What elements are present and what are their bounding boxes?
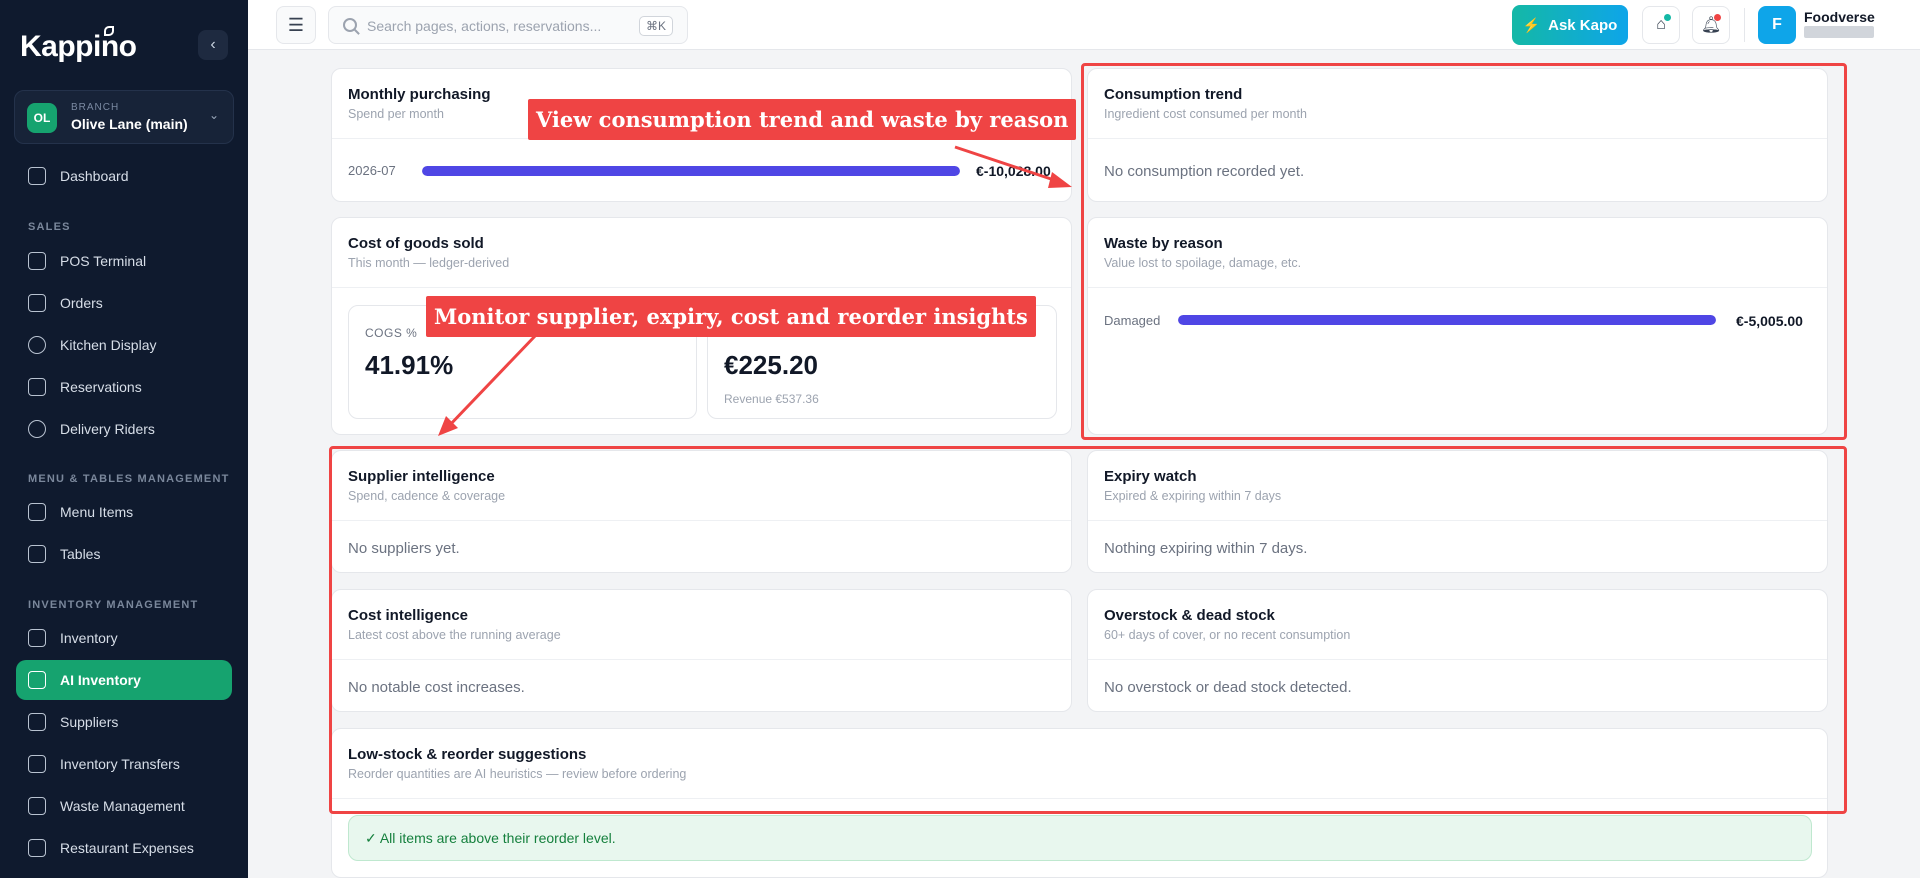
sidebar-item-suppliers[interactable]: Suppliers (16, 702, 232, 742)
chevron-left-icon: ‹ (210, 36, 216, 53)
clipboard-check-icon (28, 671, 46, 689)
metric-value: 41.91% (365, 350, 454, 380)
annotation-callout: Monitor supplier, expiry, cost and reord… (426, 296, 1036, 337)
box-icon (28, 629, 46, 647)
inbox-button[interactable]: ⌂ (1642, 6, 1680, 44)
reorder-notice: ✓ All items are above their reorder leve… (348, 815, 1812, 861)
sidebar-item-label: Delivery Riders (60, 421, 155, 437)
sidebar-item-label: Reservations (60, 379, 142, 395)
hamburger-icon: ☰ (287, 14, 305, 35)
sidebar-item-menu-items[interactable]: Menu Items (16, 492, 232, 532)
metric-subtitle: Revenue €537.36 (724, 392, 819, 406)
bolt-icon: ⚡ (1522, 16, 1541, 33)
status-dot (1664, 14, 1671, 21)
dashboard-icon (28, 167, 46, 185)
card-subtitle: Spend per month (348, 107, 444, 121)
sidebar-item-label: Kitchen Display (60, 337, 157, 353)
trash-icon (28, 797, 46, 815)
sidebar-section-sales: SALES (28, 221, 71, 233)
sidebar-section-inventory: INVENTORY MANAGEMENT (28, 599, 199, 611)
metric-label: COGS % (365, 326, 418, 340)
ask-kapo-button[interactable]: ⚡ Ask Kapo (1512, 5, 1628, 45)
branch-selector[interactable]: OL BRANCH Olive Lane (main) ⌄ (14, 90, 234, 144)
menu-toggle-button[interactable]: ☰ (276, 6, 316, 44)
sidebar-item-ai-inventory[interactable]: AI Inventory (16, 660, 232, 700)
user-subtitle-redacted (1804, 26, 1874, 38)
card-title: Cost of goods sold (348, 235, 484, 252)
bike-icon (28, 420, 46, 438)
user-name: Foodverse (1804, 9, 1875, 25)
list-icon (28, 503, 46, 521)
branch-name: Olive Lane (main) (71, 116, 188, 132)
sidebar-item-label: AI Inventory (60, 672, 141, 688)
sidebar-item-reservations[interactable]: Reservations (16, 367, 232, 407)
bar-label: 2026-07 (348, 163, 396, 178)
transfer-icon (28, 755, 46, 773)
search-icon (343, 18, 357, 32)
sidebar-item-label: Tables (60, 546, 101, 562)
annotation-highlight-box (329, 446, 1847, 814)
grid-icon (28, 545, 46, 563)
sidebar-item-label: Inventory (60, 630, 118, 646)
sidebar-item-inventory[interactable]: Inventory (16, 618, 232, 658)
pos-icon (28, 252, 46, 270)
divider (332, 287, 1071, 288)
topbar: ☰ ⌘K ⚡ Ask Kapo ⌂ 🔔︎ F Foodverse (248, 0, 1920, 50)
bar-track (422, 166, 960, 176)
card-title: Monthly purchasing (348, 86, 491, 103)
search-input[interactable] (367, 15, 627, 37)
metric-value: €225.20 (724, 350, 818, 380)
user-avatar[interactable]: F (1758, 6, 1796, 44)
sidebar-item-label: Orders (60, 295, 103, 311)
sidebar-section-menu: MENU & TABLES MANAGEMENT (28, 473, 230, 485)
divider (1744, 8, 1745, 42)
leaf-icon (104, 26, 114, 36)
annotation-callout: View consumption trend and waste by reas… (528, 99, 1077, 140)
chevron-down-icon: ⌄ (208, 108, 219, 122)
sidebar-item-label: Inventory Transfers (60, 756, 180, 772)
sidebar-item-label: POS Terminal (60, 253, 147, 269)
sidebar-item-pos[interactable]: POS Terminal (16, 241, 232, 281)
sidebar-item-expenses[interactable]: Restaurant Expenses (16, 828, 232, 868)
annotation-highlight-box (1081, 63, 1847, 440)
card-subtitle: This month — ledger-derived (348, 256, 510, 270)
sidebar: Kappino ‹ OL BRANCH Olive Lane (main) ⌄ … (0, 0, 248, 878)
wallet-icon (28, 839, 46, 857)
edit-icon (28, 713, 46, 731)
search-bar[interactable]: ⌘K (328, 6, 688, 44)
sidebar-item-dashboard[interactable]: Dashboard (16, 156, 232, 196)
sidebar-item-label: Waste Management (60, 798, 185, 814)
sidebar-item-kitchen[interactable]: Kitchen Display (16, 325, 232, 365)
flame-icon (28, 336, 46, 354)
bag-icon (28, 294, 46, 312)
notification-dot (1714, 14, 1721, 21)
sidebar-item-label: Menu Items (60, 504, 134, 520)
calendar-icon (28, 378, 46, 396)
collapse-sidebar-button[interactable]: ‹ (198, 30, 228, 60)
branch-avatar: OL (27, 103, 57, 133)
notifications-button[interactable]: 🔔︎ (1692, 6, 1730, 44)
bar-fill (422, 166, 960, 176)
sidebar-item-label: Suppliers (60, 714, 119, 730)
brand-logo[interactable]: Kappino (20, 30, 137, 64)
sidebar-item-label: Dashboard (60, 168, 129, 184)
sidebar-item-riders[interactable]: Delivery Riders (16, 409, 232, 449)
sidebar-item-tables[interactable]: Tables (16, 534, 232, 574)
bar-value: €-10,028.00 (976, 163, 1051, 179)
ask-kapo-label: Ask Kapo (1548, 16, 1618, 34)
shortcut-badge: ⌘K (638, 16, 673, 36)
sidebar-item-orders[interactable]: Orders (16, 283, 232, 323)
sidebar-item-waste[interactable]: Waste Management (16, 786, 232, 826)
sidebar-item-transfers[interactable]: Inventory Transfers (16, 744, 232, 784)
branch-label: BRANCH (71, 102, 120, 113)
sidebar-item-label: Restaurant Expenses (60, 840, 194, 856)
